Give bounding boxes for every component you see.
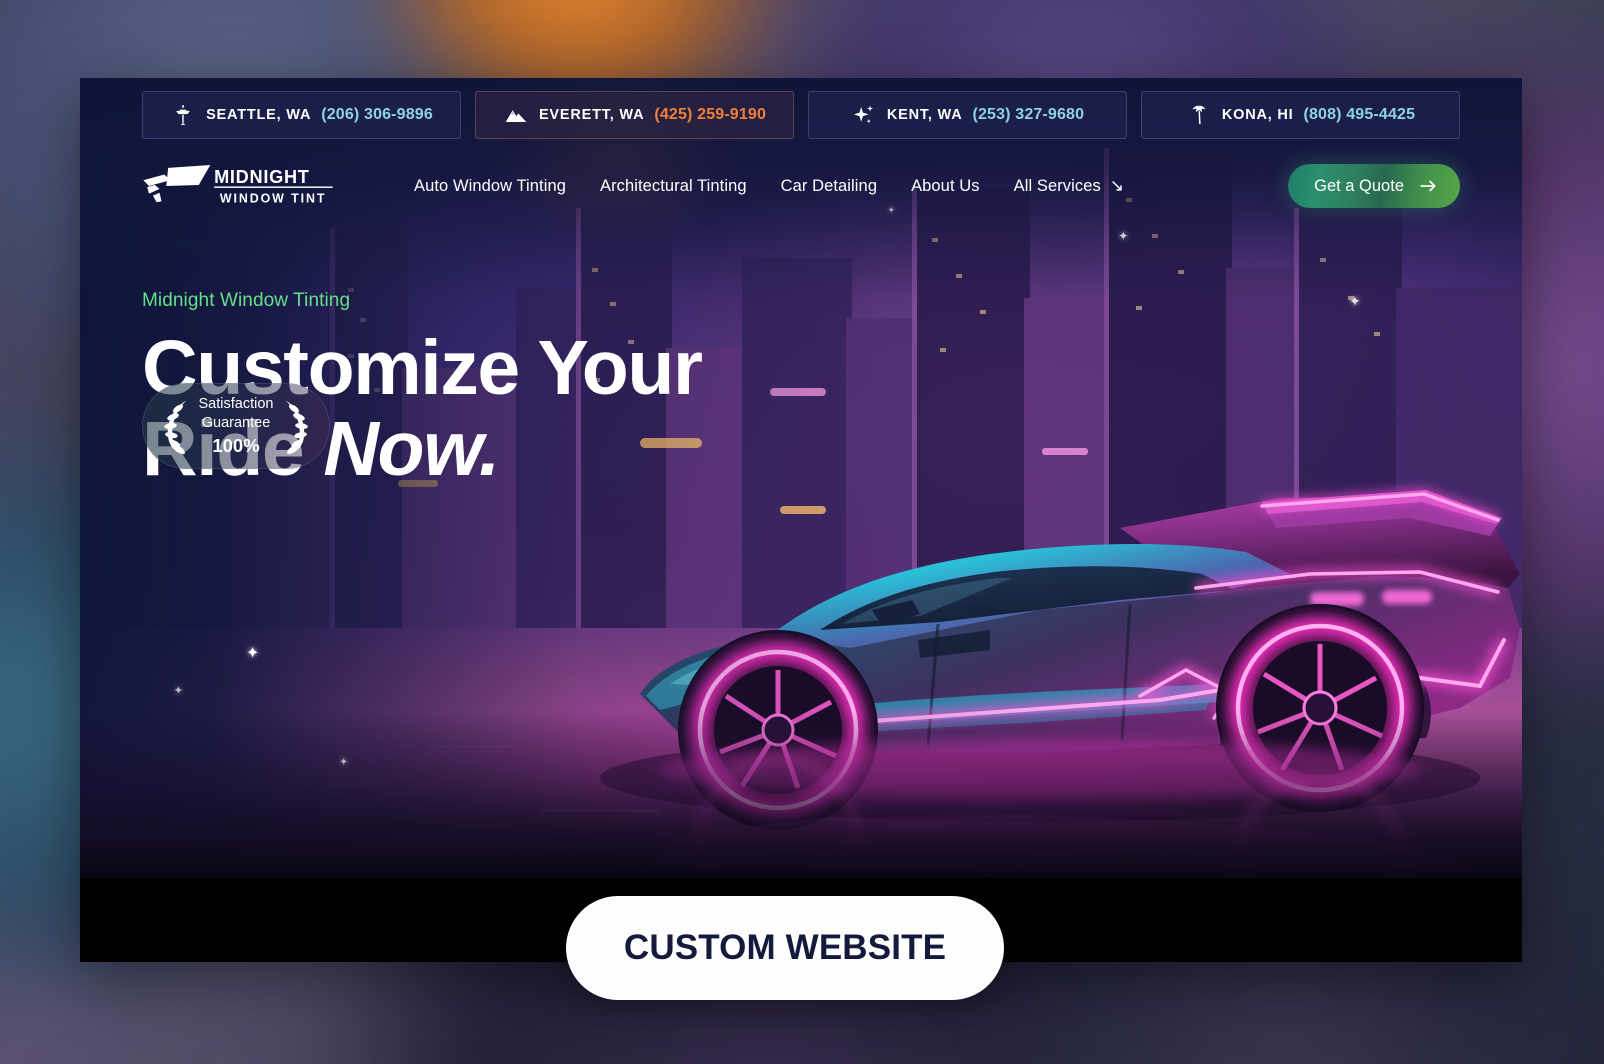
- location-phone[interactable]: (808) 495-4425: [1303, 106, 1415, 124]
- sparkle-icon: ✦: [173, 685, 183, 697]
- sparkle-icon: ✦: [339, 757, 348, 768]
- nav-link-label: Auto Window Tinting: [414, 176, 566, 195]
- location-city: KENT, WA: [886, 107, 963, 123]
- arrow-down-right-icon: ↘: [1109, 176, 1125, 195]
- nav-link-auto-window-tinting[interactable]: Auto Window Tinting: [414, 177, 566, 196]
- sparkle-icon: ✦: [245, 645, 260, 662]
- sparkle-icon: [851, 102, 877, 128]
- palm-tree-icon: [1186, 102, 1212, 128]
- location-item-kona[interactable]: KONA, HI (808) 495-4425: [1141, 91, 1460, 139]
- nav-link-all-services[interactable]: All Services ↘: [1014, 176, 1125, 196]
- get-a-quote-label: Get a Quote: [1314, 176, 1404, 195]
- nav-link-about-us[interactable]: About Us: [911, 177, 980, 196]
- location-phone[interactable]: (425) 259-9190: [654, 106, 766, 124]
- mountain-icon: [503, 102, 529, 128]
- site-logo[interactable]: MIDNIGHT WINDOW TINT: [142, 164, 334, 208]
- hero-bottom-shade: [80, 708, 1522, 878]
- svg-text:WINDOW TINT: WINDOW TINT: [220, 191, 327, 205]
- nav-link-architectural-tinting[interactable]: Architectural Tinting: [600, 177, 747, 196]
- sparkle-icon: ✦: [1118, 229, 1129, 243]
- nav-link-label: Car Detailing: [780, 176, 878, 195]
- laurel-wreath-right-icon: [286, 400, 309, 455]
- location-item-seattle[interactable]: SEATTLE, WA (206) 306-9896: [142, 91, 461, 139]
- get-a-quote-button[interactable]: Get a Quote: [1288, 164, 1460, 208]
- location-item-everett[interactable]: EVERETT, WA (425) 259-9190: [475, 91, 794, 139]
- angular-tint-mark-icon: MIDNIGHT WINDOW TINT: [143, 164, 333, 205]
- nav-link-label: About Us: [911, 176, 980, 195]
- satisfaction-guarantee-badge: Satisfaction Guarantee 100%: [142, 383, 330, 469]
- nav-links: Auto Window Tinting Architectural Tintin…: [414, 176, 1124, 196]
- laurel-wreath-left-icon: [163, 400, 186, 455]
- nav-link-label: Architectural Tinting: [599, 176, 747, 195]
- svg-text:MIDNIGHT: MIDNIGHT: [214, 167, 310, 187]
- location-bar: SEATTLE, WA (206) 306-9896 EVERETT, WA (…: [80, 88, 1522, 142]
- nav-link-label: All Services: [1013, 176, 1101, 195]
- nav-link-car-detailing[interactable]: Car Detailing: [781, 177, 877, 196]
- location-city: KONA, HI: [1221, 107, 1294, 123]
- badge-text: Satisfaction Guarantee 100%: [197, 395, 276, 456]
- location-phone[interactable]: (253) 327-9680: [973, 106, 1085, 124]
- location-city: EVERETT, WA: [538, 107, 645, 123]
- hero-headline-line2-italic: Now.: [323, 405, 500, 492]
- sparkle-icon: ✦: [1348, 293, 1361, 309]
- space-needle-icon: [170, 102, 196, 128]
- custom-website-label: CUSTOM WEBSITE: [623, 928, 947, 967]
- main-navigation: MIDNIGHT WINDOW TINT Auto Window Tinting…: [80, 148, 1522, 224]
- badge-line2: Guarantee: [201, 414, 271, 431]
- arrow-right-icon: [1420, 180, 1436, 192]
- custom-website-button[interactable]: CUSTOM WEBSITE: [566, 896, 1004, 1000]
- location-city: SEATTLE, WA: [206, 107, 312, 123]
- website-preview-card: ✦ ✦ ✦ ✦ ✦ ✦ SEATTLE, WA (206) 306-9896 E…: [80, 78, 1522, 962]
- badge-line1: Satisfaction: [198, 396, 274, 413]
- hero-eyebrow: Midnight Window Tinting: [142, 290, 351, 311]
- location-phone[interactable]: (206) 306-9896: [321, 106, 433, 124]
- location-item-kent[interactable]: KENT, WA (253) 327-9680: [808, 91, 1127, 139]
- badge-percent: 100%: [212, 434, 260, 456]
